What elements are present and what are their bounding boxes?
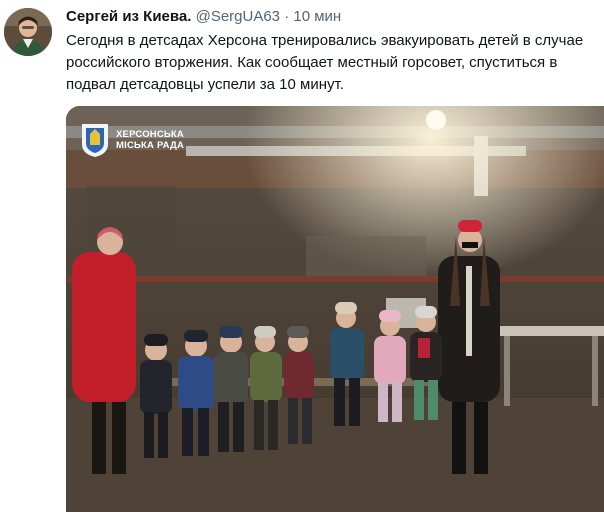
coat-of-arms-icon — [82, 124, 108, 157]
city-council-logo: ХЕРСОНСЬКА МІСЬКА РАДА — [80, 122, 184, 158]
author-handle[interactable]: @SergUA63 — [196, 8, 280, 25]
author-name[interactable]: Сергей из Киева. — [66, 8, 191, 25]
photo-basement-scene — [66, 106, 604, 512]
tweet-photo[interactable]: ХЕРСОНСЬКА МІСЬКА РАДА — [66, 106, 604, 512]
tweet-text: Сегодня в детсадах Херсона тренировались… — [66, 32, 584, 93]
logo-line-2: МІСЬКА РАДА — [116, 140, 185, 151]
avatar-image — [4, 8, 52, 56]
separator-dot: · — [284, 8, 290, 25]
tweet-header: Сергей из Киева. @SergUA63 · 10 мин — [66, 7, 341, 27]
logo-line-1: ХЕРСОНСЬКА — [116, 129, 184, 140]
tweet-timestamp[interactable]: 10 мин — [293, 8, 341, 25]
author-avatar[interactable] — [4, 8, 52, 56]
